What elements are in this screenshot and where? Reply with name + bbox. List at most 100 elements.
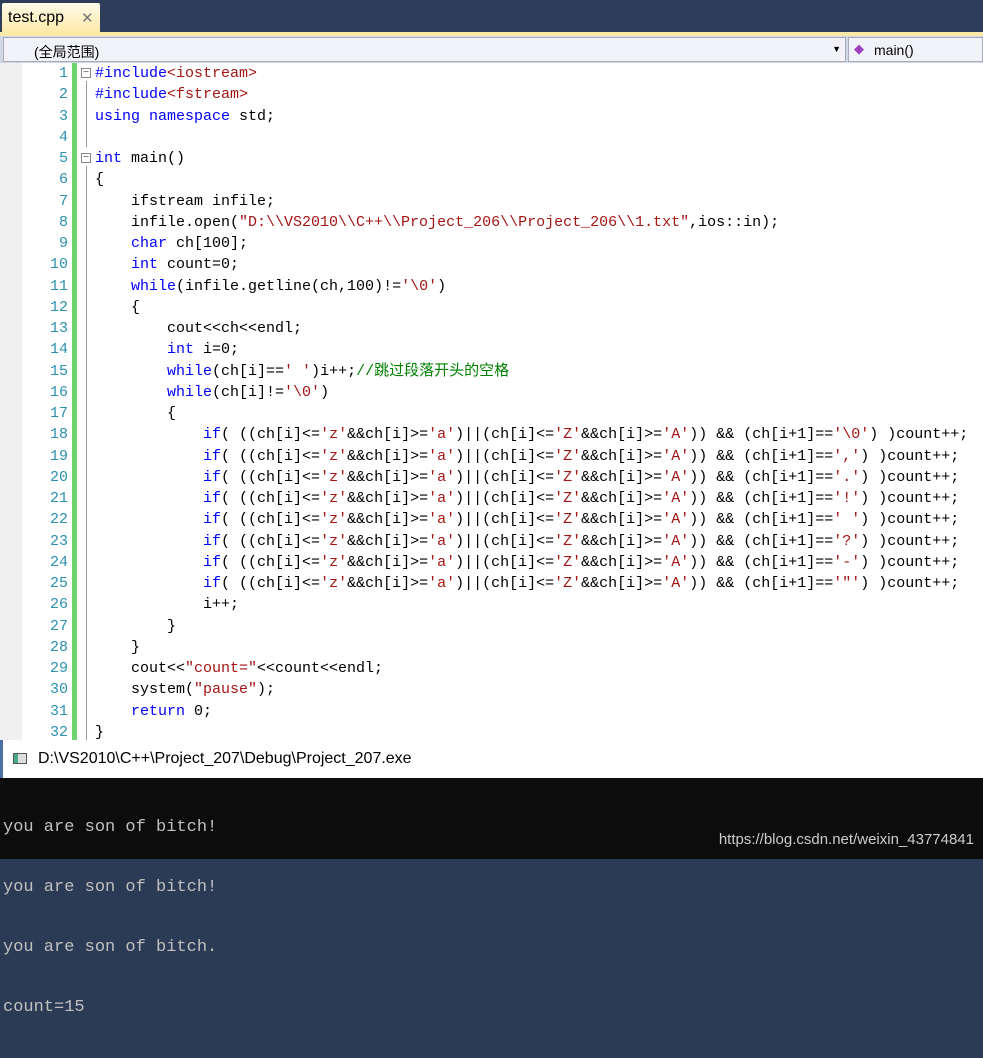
code-token-text: )||(ch[i]<= <box>455 468 555 486</box>
code-token-text: &&ch[i]>= <box>581 490 663 507</box>
indicator-margin <box>0 63 22 740</box>
code-line[interactable]: if( ((ch[i]<='z'&&ch[i]>='a')||(ch[i]<='… <box>95 467 959 488</box>
code-line[interactable]: return 0; <box>95 701 212 722</box>
code-line[interactable]: { <box>95 169 104 190</box>
code-token-string: 'z' <box>320 575 348 592</box>
code-line[interactable]: int main() <box>95 148 185 169</box>
code-token-text: &&ch[i]>= <box>347 575 429 592</box>
navigation-bar: (全局范围) ▼ ◆ main() <box>0 36 983 63</box>
fold-guide <box>86 81 87 147</box>
line-number: 25 <box>49 575 68 592</box>
code-token-text: &&ch[i]>= <box>581 447 663 465</box>
code-token-string: "D:\\VS2010\\C++\\Project_206\\Project_2… <box>239 213 690 231</box>
code-token-keyword: int <box>95 150 123 167</box>
code-line[interactable]: cout<<ch<<endl; <box>95 318 302 339</box>
code-token-string: '"' <box>833 575 861 592</box>
code-token-text: i++; <box>95 596 240 614</box>
code-token-keyword: if <box>203 490 222 507</box>
code-token-text: )||(ch[i]<= <box>455 532 555 550</box>
close-icon[interactable]: ✕ <box>81 9 94 27</box>
code-editor[interactable]: − − 1 #include<iostream> 2 #include<fstream… <box>0 63 983 741</box>
code-token-text: &&ch[i]>= <box>581 426 663 444</box>
line-number: 26 <box>49 596 68 614</box>
code-line[interactable]: if( ((ch[i]<='z'&&ch[i]>='a')||(ch[i]<='… <box>95 531 959 552</box>
line-number: 29 <box>49 660 68 677</box>
code-token-text: ) )count++; <box>860 447 960 465</box>
fold-guide <box>86 166 87 740</box>
code-token-string: 'a' <box>428 511 456 529</box>
code-line[interactable]: char ch[100]; <box>95 233 248 254</box>
code-token-keyword: int <box>167 341 195 359</box>
chevron-down-icon[interactable]: ▼ <box>832 44 841 54</box>
code-token-string: 'a' <box>428 447 456 465</box>
code-token-keyword: while <box>167 383 213 401</box>
code-line[interactable]: while(ch[i]!='\0') <box>95 382 329 403</box>
code-line[interactable]: if( ((ch[i]<='z'&&ch[i]>='a')||(ch[i]<='… <box>95 424 968 445</box>
code-token-string: ' ' <box>833 511 861 529</box>
code-line[interactable]: if( ((ch[i]<='z'&&ch[i]>='a')||(ch[i]<='… <box>95 552 959 573</box>
code-token-keyword: while <box>167 362 213 380</box>
code-line[interactable]: } <box>95 616 176 637</box>
line-number: 3 <box>58 107 68 125</box>
code-line[interactable]: i++; <box>95 594 239 615</box>
code-line[interactable]: while(infile.getline(ch,100)!='\0') <box>95 276 446 297</box>
code-token-string: 'A' <box>662 490 690 507</box>
code-line[interactable]: { <box>95 403 176 424</box>
tab-test-cpp[interactable]: test.cpp ✕ <box>2 3 100 33</box>
code-line[interactable]: system("pause"); <box>95 679 275 700</box>
code-line[interactable]: int count=0; <box>95 254 239 275</box>
code-token-text: &&ch[i]>= <box>581 553 663 571</box>
code-token-string: 'a' <box>428 553 456 571</box>
code-line[interactable]: while(ch[i]==' ')i++;//跳过段落开头的空格 <box>95 361 509 382</box>
collapse-icon[interactable]: − <box>81 153 91 163</box>
code-token-keyword: if <box>203 426 222 444</box>
line-number: 11 <box>49 277 68 295</box>
function-dropdown[interactable]: ◆ main() <box>848 37 983 62</box>
code-token-string: 'a' <box>428 490 456 507</box>
line-number: 13 <box>49 320 68 337</box>
code-line[interactable]: cout<<"count="<<count<<endl; <box>95 658 383 679</box>
collapse-icon[interactable]: − <box>81 68 91 78</box>
code-token-text: ) )count++; <box>869 426 969 444</box>
code-token-text: &&ch[i]>= <box>347 532 429 550</box>
code-line[interactable]: ifstream infile; <box>95 191 275 212</box>
code-token-text: )) && (ch[i+1]== <box>689 532 834 550</box>
code-token-text: )||(ch[i]<= <box>455 575 555 592</box>
code-line[interactable]: #include<iostream> <box>95 63 257 84</box>
code-token-string: 'a' <box>428 575 456 592</box>
code-token-text: cout<<ch<<endl; <box>95 320 303 337</box>
method-icon: ◆ <box>854 41 864 56</box>
code-line[interactable]: { <box>95 297 140 318</box>
code-line[interactable]: if( ((ch[i]<='z'&&ch[i]>='a')||(ch[i]<='… <box>95 509 959 530</box>
code-line[interactable]: int i=0; <box>95 339 239 360</box>
code-token-string: 'A' <box>662 511 690 529</box>
code-token-string: 'z' <box>320 511 348 529</box>
console-window: D:\VS2010\C++\Project_207\Debug\Project_… <box>0 740 983 1017</box>
code-token-keyword: if <box>203 511 222 529</box>
code-token-string: '\0' <box>284 383 321 401</box>
code-line[interactable]: } <box>95 637 140 658</box>
code-token-string: '-' <box>833 553 861 571</box>
code-token-text: <<count<<endl; <box>257 660 384 677</box>
code-line[interactable]: infile.open("D:\\VS2010\\C++\\Project_20… <box>95 212 779 233</box>
code-line[interactable]: using namespace std; <box>95 106 275 127</box>
code-line[interactable]: if( ((ch[i]<='z'&&ch[i]>='a')||(ch[i]<='… <box>95 488 959 509</box>
code-line[interactable]: if( ((ch[i]<='z'&&ch[i]>='a')||(ch[i]<='… <box>95 446 959 467</box>
code-token-text: ( ((ch[i]<= <box>221 511 321 529</box>
line-number: 8 <box>58 213 68 231</box>
code-token-text: ( ((ch[i]<= <box>221 447 321 465</box>
code-token-text: { <box>95 298 141 316</box>
code-line[interactable]: if( ((ch[i]<='z'&&ch[i]>='a')||(ch[i]<='… <box>95 573 959 594</box>
code-token-preprocessor: #include <box>95 65 168 82</box>
code-line[interactable]: #include<fstream> <box>95 84 248 105</box>
scope-dropdown[interactable]: (全局范围) ▼ <box>3 37 846 62</box>
code-token-text: cout<< <box>95 660 186 677</box>
